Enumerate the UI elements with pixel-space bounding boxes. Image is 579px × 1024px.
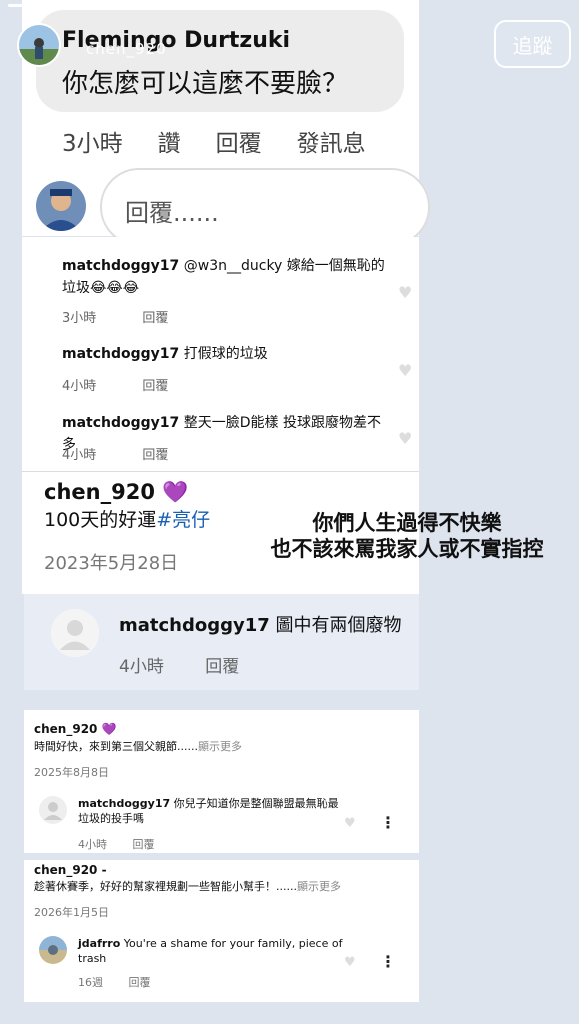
show-more-link: 顯示更多 bbox=[197, 740, 242, 753]
comment-username: matchdoggy17 bbox=[62, 346, 180, 362]
post-caption: 100天的好運#亮仔 bbox=[44, 505, 210, 532]
default-avatar-icon bbox=[39, 796, 67, 824]
heart-icon: ♥ bbox=[398, 283, 413, 302]
comment-meta: 4小時 回覆 bbox=[119, 652, 275, 677]
caption-text: 趁著休賽季，好好的幫家裡規劃一些智能小幫手！...... bbox=[34, 880, 297, 893]
comment-time: 4小時 bbox=[62, 379, 97, 394]
caption-hashtag: #亮仔 bbox=[156, 509, 211, 531]
more-options-icon: ⋮ bbox=[380, 813, 396, 832]
caption-text: 100天的好運 bbox=[44, 509, 157, 531]
post-username: chen_920 💜 bbox=[44, 480, 189, 504]
comment-item: matchdoggy17 你兒子知道你是整個聯盟最無恥最垃圾的投手嗎 bbox=[78, 796, 343, 826]
heart-icon: ♥ bbox=[398, 361, 413, 380]
post-username: chen_920 - bbox=[34, 863, 107, 877]
post-date: 2025年8月8日 bbox=[34, 766, 109, 779]
default-avatar-icon bbox=[51, 609, 99, 657]
heart-icon: ♥ bbox=[344, 955, 356, 970]
heart-icon: ♥ bbox=[344, 816, 356, 831]
story-statement: 你們人生過得不快樂 也不該來罵我家人或不實指控 bbox=[232, 510, 579, 562]
comment-item: matchdoggy17 打假球的垃圾 bbox=[62, 343, 392, 365]
reply-link: 回覆 bbox=[142, 379, 169, 394]
screenshot-panel-6: chen_920 - 趁著休賽季，好好的幫家裡規劃一些智能小幫手！......顯… bbox=[24, 860, 419, 1002]
comment-actions: 3小時 讚 回覆 發訊息 bbox=[62, 124, 401, 158]
comment-time: 3小時 bbox=[62, 311, 97, 326]
comment-time: 4小時 bbox=[119, 657, 164, 677]
reply-link: 回覆 bbox=[205, 657, 240, 677]
reply-input-placeholder: 回覆...... bbox=[125, 199, 219, 227]
screenshot-panel-5: chen_920 💜 時間好快，來到第三個父親節......顯示更多 2025年… bbox=[24, 710, 419, 853]
comment-meta: 16週 回覆 bbox=[78, 974, 151, 990]
comment-body: 打假球的垃圾 bbox=[183, 346, 268, 362]
comment-meta: 4小時 回覆 bbox=[62, 444, 210, 463]
story-username[interactable]: chen_920 bbox=[86, 40, 167, 58]
heart-icon: ♥ bbox=[398, 429, 413, 448]
comment-username: matchdoggy17 bbox=[62, 415, 180, 431]
show-more-link: 顯示更多 bbox=[296, 880, 341, 893]
comment-item: matchdoggy17 圖中有兩個廢物 bbox=[119, 611, 402, 637]
reply-link: 回覆 bbox=[142, 311, 169, 326]
statement-line-2: 也不該來罵我家人或不實指控 bbox=[270, 537, 544, 561]
comment-item: jdafrro You're a shame for your family, … bbox=[78, 936, 343, 966]
post-username: chen_920 💜 bbox=[34, 722, 117, 736]
story-avatar[interactable] bbox=[17, 23, 61, 67]
follow-button[interactable]: 追蹤 bbox=[494, 20, 571, 68]
post-date: 2023年5月28日 bbox=[44, 553, 179, 574]
avatar bbox=[39, 936, 67, 964]
comment-text: 你怎麼可以這麼不要臉？ bbox=[62, 69, 349, 99]
reply-link: 回覆 bbox=[142, 448, 169, 463]
comment-body: 圖中有兩個廢物 bbox=[275, 615, 402, 636]
comment-meta: 4小時 回覆 bbox=[62, 375, 210, 394]
more-options-icon: ⋮ bbox=[380, 952, 396, 971]
comment-username: matchdoggy17 bbox=[62, 258, 180, 274]
comment-item: matchdoggy17 @w3n__ducky 嫁給一個無恥的垃圾😂😂😂 bbox=[62, 255, 392, 299]
post-caption: 趁著休賽季，好好的幫家裡規劃一些智能小幫手！......顯示更多 bbox=[34, 878, 341, 894]
statement-line-1: 你們人生過得不快樂 bbox=[312, 511, 502, 535]
comment-time: 4小時 bbox=[78, 838, 107, 851]
comment-meta: 4小時 回覆 bbox=[78, 836, 155, 852]
comment-username: jdafrro bbox=[78, 937, 121, 950]
comment-meta: 3小時 回覆 bbox=[62, 307, 210, 326]
avatar bbox=[36, 181, 86, 231]
comment-time: 16週 bbox=[78, 976, 103, 989]
reply-link: 回覆 bbox=[132, 838, 155, 851]
reply-action: 回覆 bbox=[215, 131, 262, 157]
caption-text: 時間好快，來到第三個父親節...... bbox=[34, 740, 198, 753]
screenshot-panel-2: matchdoggy17 @w3n__ducky 嫁給一個無恥的垃圾😂😂😂 ♥ … bbox=[22, 237, 419, 471]
message-action: 發訊息 bbox=[296, 131, 366, 157]
comment-username: matchdoggy17 bbox=[119, 615, 270, 636]
post-date: 2026年1月5日 bbox=[34, 906, 109, 919]
reply-link: 回覆 bbox=[128, 976, 151, 989]
post-caption: 時間好快，來到第三個父親節......顯示更多 bbox=[34, 738, 242, 754]
comment-username: matchdoggy17 bbox=[78, 797, 171, 810]
comment-time: 3小時 bbox=[62, 131, 123, 157]
like-action: 讚 bbox=[157, 131, 181, 157]
comment-time: 4小時 bbox=[62, 448, 97, 463]
